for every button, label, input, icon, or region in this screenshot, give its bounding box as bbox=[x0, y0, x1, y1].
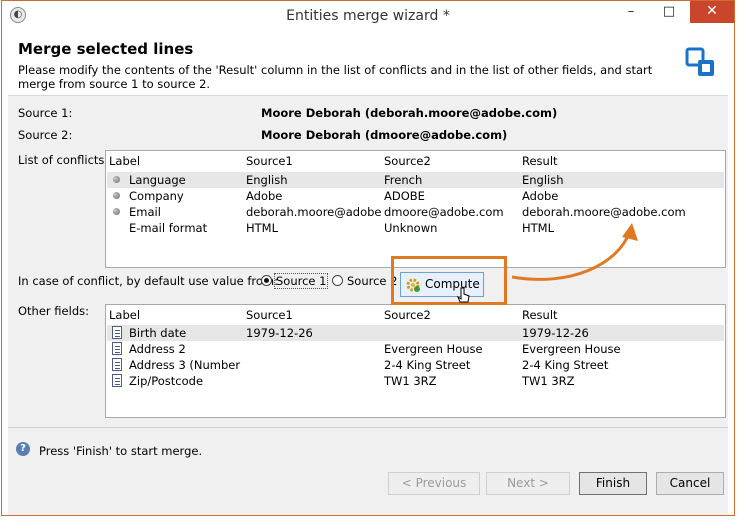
field-document-icon bbox=[112, 374, 122, 387]
source1-radio-label[interactable]: Source 1 bbox=[273, 273, 329, 289]
column-header-result[interactable]: Result bbox=[522, 154, 558, 168]
row-result[interactable]: TW1 3RZ bbox=[522, 374, 712, 388]
page-description: Please modify the contents of the 'Resul… bbox=[18, 63, 653, 91]
field-row[interactable]: Address 3 (Number ... 2-4 King Street 2-… bbox=[107, 357, 724, 373]
conflict-bullet-icon bbox=[113, 192, 120, 199]
next-button[interactable]: Next > bbox=[486, 472, 570, 495]
source2-radio[interactable] bbox=[332, 275, 343, 286]
column-header-source2[interactable]: Source2 bbox=[384, 154, 431, 168]
row-label: Language bbox=[129, 173, 186, 187]
row-label: Address 3 (Number ... bbox=[129, 358, 241, 372]
row-source1: HTML bbox=[246, 221, 279, 235]
conflicts-label: List of conflicts: bbox=[18, 153, 109, 167]
row-source1: English bbox=[246, 173, 288, 187]
field-row[interactable]: Birth date 1979-12-26 1979-12-26 bbox=[107, 325, 724, 341]
title-bar: ◐ Entities merge wizard * – □ ✕ bbox=[2, 1, 734, 31]
other-fields-list[interactable]: Label Source1 Source2 Result Birth date … bbox=[105, 304, 726, 418]
mouse-cursor-icon bbox=[457, 287, 470, 303]
row-source2: Evergreen House bbox=[384, 342, 483, 356]
source1-label: Source 1: bbox=[18, 106, 73, 120]
compute-highlight-box bbox=[391, 256, 507, 305]
maximize-button[interactable]: □ bbox=[654, 1, 684, 23]
row-label: Company bbox=[129, 189, 184, 203]
column-header-label[interactable]: Label bbox=[109, 154, 140, 168]
column-header-result[interactable]: Result bbox=[522, 308, 558, 322]
row-label: E-mail format bbox=[129, 221, 208, 235]
finish-button[interactable]: Finish bbox=[579, 472, 647, 495]
previous-button[interactable]: < Previous bbox=[388, 472, 480, 495]
row-source2: 2-4 King Street bbox=[384, 358, 471, 372]
conflict-row[interactable]: Company Adobe ADOBE Adobe bbox=[107, 188, 724, 204]
column-header-source1[interactable]: Source1 bbox=[246, 154, 293, 168]
row-label: Email bbox=[129, 205, 161, 219]
row-source2: Unknown bbox=[384, 221, 438, 235]
row-source2: French bbox=[384, 173, 423, 187]
footer-divider bbox=[8, 427, 728, 428]
annotation-arrow-icon bbox=[511, 223, 638, 281]
other-fields-label: Other fields: bbox=[18, 304, 89, 318]
cancel-button[interactable]: Cancel bbox=[656, 472, 724, 495]
minimize-button[interactable]: – bbox=[616, 1, 646, 23]
row-label: Birth date bbox=[129, 326, 187, 340]
row-result[interactable]: Adobe bbox=[522, 189, 712, 203]
row-label: Address 2 bbox=[129, 342, 186, 356]
field-row[interactable]: Address 2 Evergreen House Evergreen Hous… bbox=[107, 341, 724, 357]
row-source1: 1979-12-26 bbox=[246, 326, 313, 340]
field-document-icon bbox=[112, 326, 122, 339]
row-result[interactable]: Evergreen House bbox=[522, 342, 712, 356]
column-header-label[interactable]: Label bbox=[109, 308, 140, 322]
row-source2: TW1 3RZ bbox=[384, 374, 437, 388]
column-header-source1[interactable]: Source1 bbox=[246, 308, 293, 322]
source1-radio[interactable] bbox=[261, 275, 272, 286]
row-result[interactable]: 1979-12-26 bbox=[522, 326, 712, 340]
page-title: Merge selected lines bbox=[18, 40, 194, 58]
field-document-icon bbox=[112, 358, 122, 371]
field-row[interactable]: Zip/Postcode TW1 3RZ TW1 3RZ bbox=[107, 373, 724, 389]
row-source1: deborah.moore@adobe... bbox=[246, 205, 382, 219]
row-source2: ADOBE bbox=[384, 189, 425, 203]
source2-value: Moore Deborah (dmoore@adobe.com) bbox=[261, 128, 508, 142]
source2-label: Source 2: bbox=[18, 128, 73, 142]
conflict-bullet-icon bbox=[113, 176, 120, 183]
source1-value: Moore Deborah (deborah.moore@adobe.com) bbox=[261, 106, 558, 120]
merge-icon bbox=[685, 47, 714, 76]
column-header-source2[interactable]: Source2 bbox=[384, 308, 431, 322]
source2-radio-label[interactable]: Source 2 bbox=[347, 274, 397, 288]
help-text: Press 'Finish' to start merge. bbox=[39, 444, 203, 458]
row-result[interactable]: 2-4 King Street bbox=[522, 358, 712, 372]
help-icon: ? bbox=[16, 442, 30, 456]
row-label: Zip/Postcode bbox=[129, 374, 204, 388]
default-value-label: In case of conflict, by default use valu… bbox=[18, 274, 278, 288]
row-source1: Adobe bbox=[246, 189, 283, 203]
close-button[interactable]: ✕ bbox=[690, 1, 734, 23]
wizard-header: Merge selected lines Please modify the c… bbox=[8, 32, 728, 96]
field-document-icon bbox=[112, 342, 122, 355]
row-result[interactable]: English bbox=[522, 173, 712, 187]
conflict-row[interactable]: Language English French English bbox=[107, 172, 724, 188]
conflict-bullet-icon bbox=[113, 208, 120, 215]
